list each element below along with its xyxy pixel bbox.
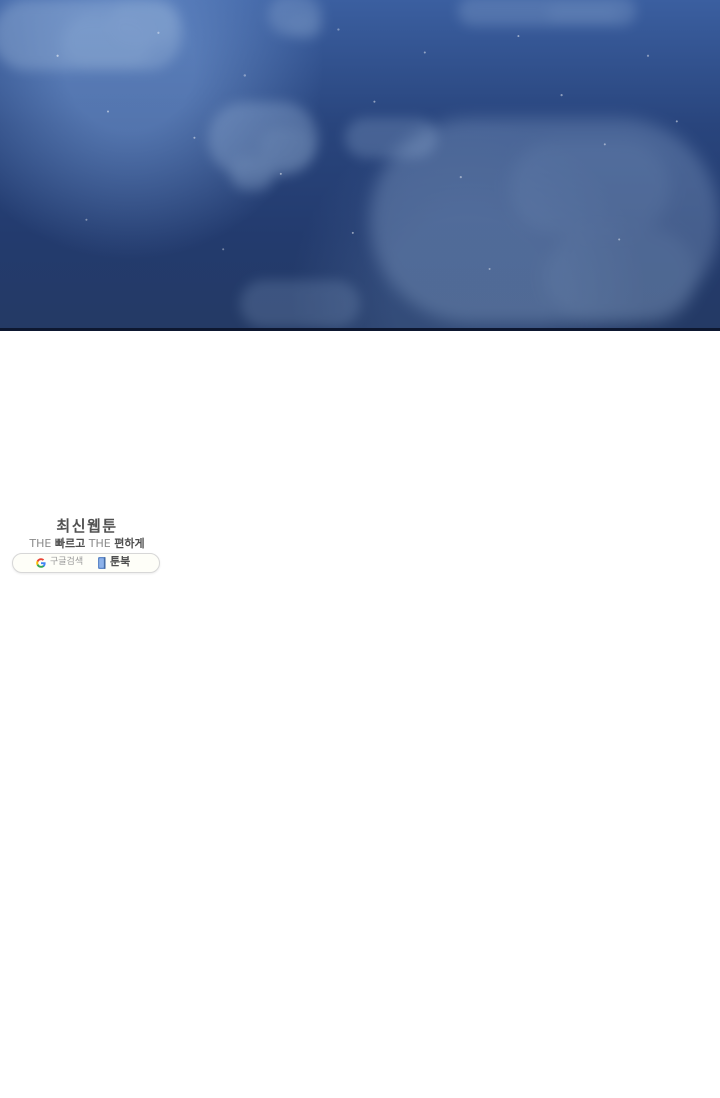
cloud	[458, 0, 636, 26]
night-sky-panel	[0, 0, 720, 328]
google-search-label: 구글검색	[50, 557, 84, 567]
toonbook-label: 툰북	[110, 555, 131, 568]
cloud	[208, 102, 318, 190]
subtitle-word-1: 빠르고	[54, 537, 86, 550]
cloud	[268, 0, 322, 38]
search-pill: 구글검색 툰북	[12, 553, 160, 573]
book-icon	[97, 556, 107, 570]
promo-subtitle: THE 빠르고 THE 편하게	[12, 537, 162, 551]
panel-border	[0, 328, 720, 331]
subtitle-the-1: THE	[29, 537, 52, 550]
promo-title: 최신웹툰	[56, 517, 118, 535]
google-icon	[35, 557, 47, 569]
cloud	[0, 0, 182, 70]
subtitle-word-2: 편하게	[114, 537, 145, 550]
subtitle-the-2: THE	[88, 537, 111, 550]
page: 최신웹툰 THE 빠르고 THE 편하게 구글검색 툰북	[0, 0, 720, 1098]
promo-badge: 최신웹툰 THE 빠르고 THE 편하게 구글검색 툰북	[12, 516, 162, 574]
cloud	[370, 118, 720, 323]
cloud	[240, 280, 360, 328]
